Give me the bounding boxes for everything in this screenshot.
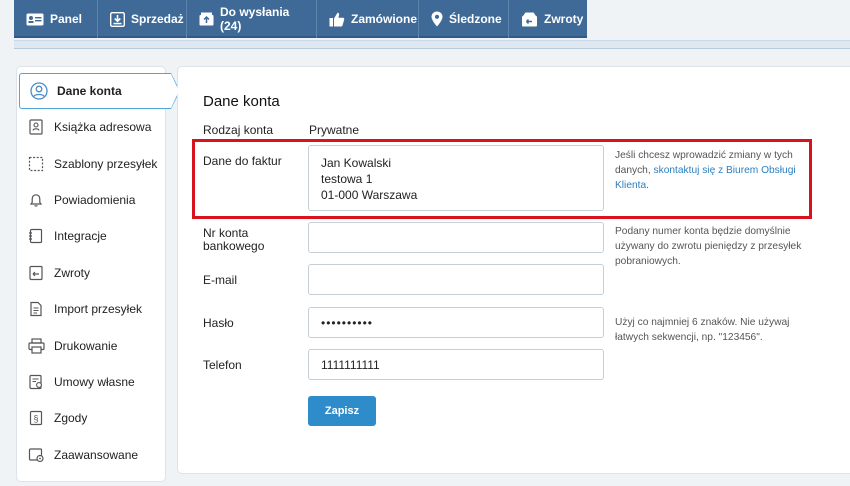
sidebar-item-integracje[interactable]: Integracje — [17, 218, 165, 254]
user-circle-icon — [30, 82, 48, 100]
sidebar-item-ksiazka-adresowa[interactable]: Książka adresowa — [17, 109, 165, 145]
address-book-icon — [27, 118, 45, 136]
tab-label: Zamówione — [351, 12, 418, 26]
save-button[interactable]: Zapisz — [308, 396, 376, 426]
phone-input[interactable]: 1111111111 — [308, 349, 604, 380]
nav-underline — [14, 40, 850, 49]
consent-icon: § — [27, 409, 45, 427]
integration-icon — [27, 227, 45, 245]
sidebar-item-label: Zaawansowane — [54, 447, 139, 462]
sidebar-item-powiadomienia[interactable]: Powiadomienia — [17, 182, 165, 218]
location-pin-icon — [431, 11, 443, 27]
settings-sidebar: Dane konta Książka adresowa Szablony prz… — [16, 66, 180, 482]
bank-hint: Podany numer konta będzie domyślnie używ… — [615, 226, 802, 267]
password-label: Hasło — [203, 316, 234, 330]
bell-icon — [27, 191, 45, 209]
sidebar-item-label: Drukowanie — [54, 338, 118, 353]
account-type-value: Prywatne — [309, 123, 360, 137]
account-details-panel: Dane konta Rodzaj konta Prywatne Dane do… — [177, 66, 850, 474]
page-title: Dane konta — [203, 93, 280, 110]
bank-account-input[interactable] — [308, 222, 604, 253]
svg-text:§: § — [33, 414, 38, 424]
import-icon — [27, 300, 45, 318]
return-icon — [27, 264, 45, 282]
invoice-address-box: Jan Kowalski testowa 1 01-000 Warszawa — [308, 145, 604, 211]
printer-icon — [27, 337, 45, 355]
tab-zamowione[interactable]: Zamówione — [317, 0, 419, 38]
tab-panel[interactable]: Panel — [14, 0, 98, 38]
invoice-hint-suffix: . — [646, 180, 649, 191]
tab-sledzone[interactable]: Śledzone — [419, 0, 509, 38]
tab-sprzedaz[interactable]: Sprzedaż — [98, 0, 187, 38]
sidebar-item-umowy-wlasne[interactable]: Umowy własne — [17, 364, 165, 400]
password-input[interactable]: •••••••••• — [308, 307, 604, 338]
top-navigation: Panel Sprzedaż Do wysłania (24) Zamówion… — [14, 0, 587, 38]
sidebar-item-label: Książka adresowa — [54, 120, 152, 135]
email-label: E-mail — [203, 273, 238, 287]
invoice-street: testowa 1 — [321, 172, 373, 186]
invoice-name: Jan Kowalski — [321, 156, 392, 170]
bank-label-line-2: bankowego — [203, 239, 265, 253]
advanced-icon — [27, 446, 45, 464]
thumb-up-icon — [329, 12, 345, 26]
sidebar-item-label: Import przesyłek — [54, 302, 143, 317]
sidebar-item-label: Powiadomienia — [54, 192, 136, 207]
tab-label: Sprzedaż — [131, 12, 184, 26]
sidebar-item-zaawansowane[interactable]: Zaawansowane — [17, 437, 165, 473]
sidebar-item-label: Zwroty — [54, 265, 90, 280]
template-icon — [27, 155, 45, 173]
invoice-hint: Jeśli chcesz wprowadzić zmiany w tych da… — [615, 148, 815, 193]
package-icon — [199, 12, 214, 26]
bank-account-label: Nr konta bankowego — [203, 227, 264, 253]
sidebar-item-drukowanie[interactable]: Drukowanie — [17, 327, 165, 363]
sidebar-item-label: Zgody — [54, 411, 88, 426]
tab-zwroty[interactable]: Zwroty — [509, 0, 587, 38]
tab-label: Śledzone — [449, 12, 502, 26]
password-hint: Użyj co najmniej 6 znaków. Nie używaj ła… — [615, 317, 790, 343]
tab-do-wyslania[interactable]: Do wysłania (24) — [187, 0, 317, 38]
sidebar-item-label: Umowy własne — [54, 374, 135, 389]
download-icon — [110, 11, 125, 27]
email-input[interactable] — [308, 264, 604, 295]
id-card-icon — [26, 13, 44, 25]
tab-label: Panel — [50, 12, 83, 26]
sidebar-item-dane-konta[interactable]: Dane konta — [19, 73, 180, 109]
invoice-label: Dane do faktur — [203, 154, 282, 168]
tab-label: Do wysłania (24) — [220, 5, 290, 33]
sidebar-item-szablony-przesylek[interactable]: Szablony przesyłek — [17, 145, 165, 181]
sidebar-item-label: Integracje — [54, 229, 107, 244]
sidebar-item-zgody[interactable]: § Zgody — [17, 400, 165, 436]
account-type-label: Rodzaj konta — [203, 123, 274, 137]
sidebar-item-zwroty[interactable]: Zwroty — [17, 255, 165, 291]
return-box-icon — [522, 12, 537, 26]
tab-label: Zwroty — [544, 12, 584, 26]
phone-label: Telefon — [203, 358, 242, 372]
invoice-city: 01-000 Warszawa — [321, 188, 418, 202]
sidebar-item-label: Dane konta — [57, 84, 122, 98]
sidebar-item-import-przesylek[interactable]: Import przesyłek — [17, 291, 165, 327]
contract-icon — [27, 373, 45, 391]
sidebar-item-label: Szablony przesyłek — [54, 156, 158, 171]
